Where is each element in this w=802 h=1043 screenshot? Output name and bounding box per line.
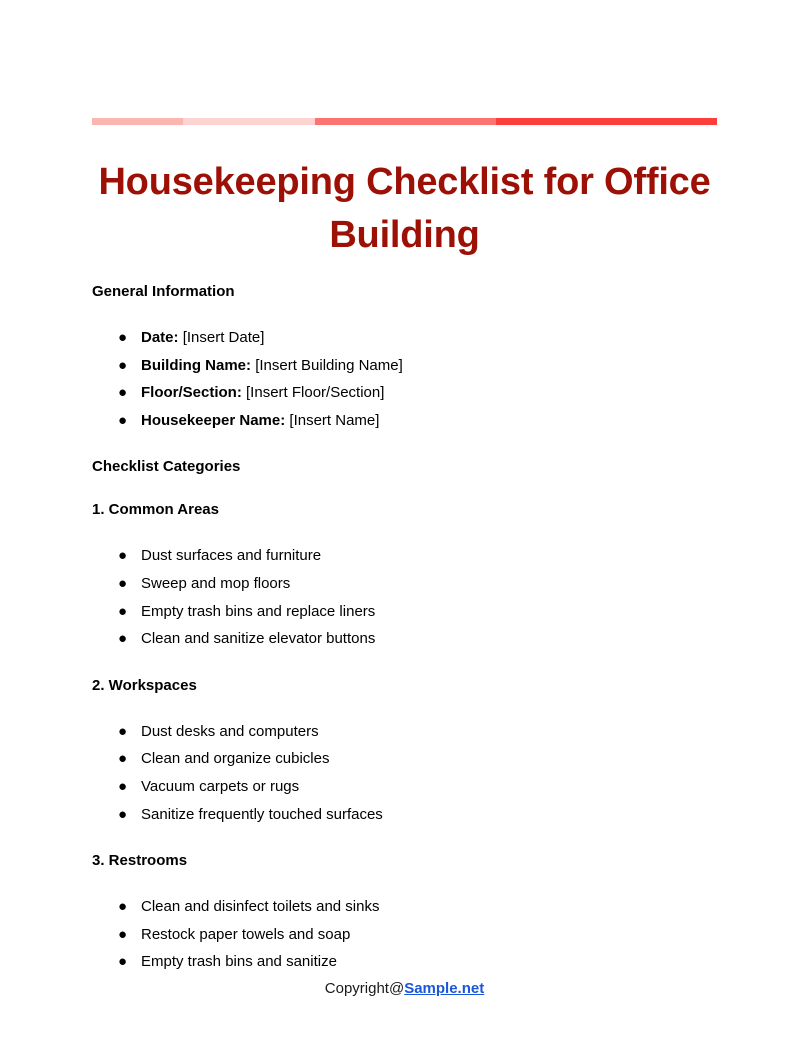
accent-bar-segment-3 <box>315 118 496 125</box>
category-list-common-areas: ● Dust surfaces and furniture ● Sweep an… <box>92 542 717 652</box>
list-item-label: Dust surfaces and furniture <box>141 547 322 565</box>
bullet-icon: ● <box>118 925 128 943</box>
sample-net-link[interactable]: Sample.net <box>404 980 484 997</box>
list-item: ● Dust surfaces and furniture <box>92 542 717 570</box>
bullet-icon: ● <box>118 805 128 823</box>
list-item: ● Sanitize frequently touched surfaces <box>92 801 717 829</box>
list-item: ● Date: [Insert Date] <box>92 324 717 352</box>
document-body: General Information ● Date: [Insert Date… <box>92 281 717 976</box>
category-heading-restrooms: 3. Restrooms <box>92 852 188 870</box>
list-item-label: Sweep and mop floors <box>141 574 291 592</box>
document-page: Housekeeping Checklist for Office Buildi… <box>0 0 802 1043</box>
field-value: [Insert Date] <box>182 329 265 346</box>
category-heading-workspaces: 2. Workspaces <box>92 676 197 694</box>
category-list-restrooms: ● Clean and disinfect toilets and sinks … <box>92 893 717 976</box>
bullet-icon: ● <box>118 574 128 592</box>
page-title: Housekeeping Checklist for Office Buildi… <box>98 161 711 257</box>
list-item-label: Clean and sanitize elevator buttons <box>141 630 376 648</box>
list-item: ● Building Name: [Insert Building Name] <box>92 352 717 380</box>
accent-bar-segment-1 <box>92 118 183 125</box>
field-label: Housekeeper Name: <box>141 411 286 429</box>
bullet-icon: ● <box>118 777 128 795</box>
list-item: ● Clean and sanitize elevator buttons <box>92 625 717 653</box>
list-item-label: Empty trash bins and replace liners <box>141 602 376 620</box>
bullet-icon: ● <box>118 750 128 768</box>
general-information-heading: General Information <box>92 283 235 300</box>
list-item: ● Vacuum carpets or rugs <box>92 773 717 801</box>
field-value: [Insert Name] <box>289 411 380 429</box>
checklist-categories-heading: Checklist Categories <box>92 458 241 476</box>
list-item-label: Dust desks and computers <box>141 722 319 740</box>
list-item: ● Empty trash bins and sanitize <box>92 948 717 976</box>
bullet-icon: ● <box>118 411 128 429</box>
list-item: ● Housekeeper Name: [Insert Name] <box>92 407 717 435</box>
accent-bar-segment-4 <box>496 118 717 125</box>
list-item-label: Clean and organize cubicles <box>141 750 330 768</box>
list-item: ● Clean and disinfect toilets and sinks <box>92 893 717 921</box>
list-item-label: Empty trash bins and sanitize <box>141 953 337 971</box>
list-item-label: Vacuum carpets or rugs <box>141 777 300 795</box>
list-item: ● Restock paper towels and soap <box>92 921 717 949</box>
bullet-icon: ● <box>118 602 128 620</box>
list-item-label: Restock paper towels and soap <box>141 925 351 943</box>
copyright-text: Copyright@ <box>324 980 405 997</box>
field-label: Building Name: <box>141 356 252 374</box>
bullet-icon: ● <box>118 329 128 346</box>
field-value: [Insert Building Name] <box>255 356 403 374</box>
list-item: ● Floor/Section: [Insert Floor/Section] <box>92 379 717 407</box>
accent-bar-segment-2 <box>183 118 315 125</box>
category-list-workspaces: ● Dust desks and computers ● Clean and o… <box>92 718 717 828</box>
field-value: [Insert Floor/Section] <box>246 384 385 402</box>
bullet-icon: ● <box>118 547 128 565</box>
list-item-label: Clean and disinfect toilets and sinks <box>141 898 380 916</box>
category-heading-common-areas: 1. Common Areas <box>92 501 219 519</box>
bullet-icon: ● <box>118 898 128 916</box>
general-information-list: ● Date: [Insert Date] ● Building Name: [… <box>92 324 717 434</box>
bullet-icon: ● <box>118 953 128 971</box>
field-label: Floor/Section: <box>141 384 242 402</box>
list-item: ● Sweep and mop floors <box>92 570 717 598</box>
bullet-icon: ● <box>118 384 128 402</box>
bullet-icon: ● <box>118 630 128 648</box>
list-item: ● Dust desks and computers <box>92 718 717 746</box>
field-label: Date: <box>141 329 179 346</box>
list-item-label: Sanitize frequently touched surfaces <box>141 805 383 823</box>
list-item: ● Empty trash bins and replace liners <box>92 598 717 626</box>
footer: Copyright@Sample.net <box>92 979 717 999</box>
bullet-icon: ● <box>118 722 128 740</box>
bullet-icon: ● <box>118 356 128 374</box>
list-item: ● Clean and organize cubicles <box>92 745 717 773</box>
accent-bar <box>92 118 717 125</box>
